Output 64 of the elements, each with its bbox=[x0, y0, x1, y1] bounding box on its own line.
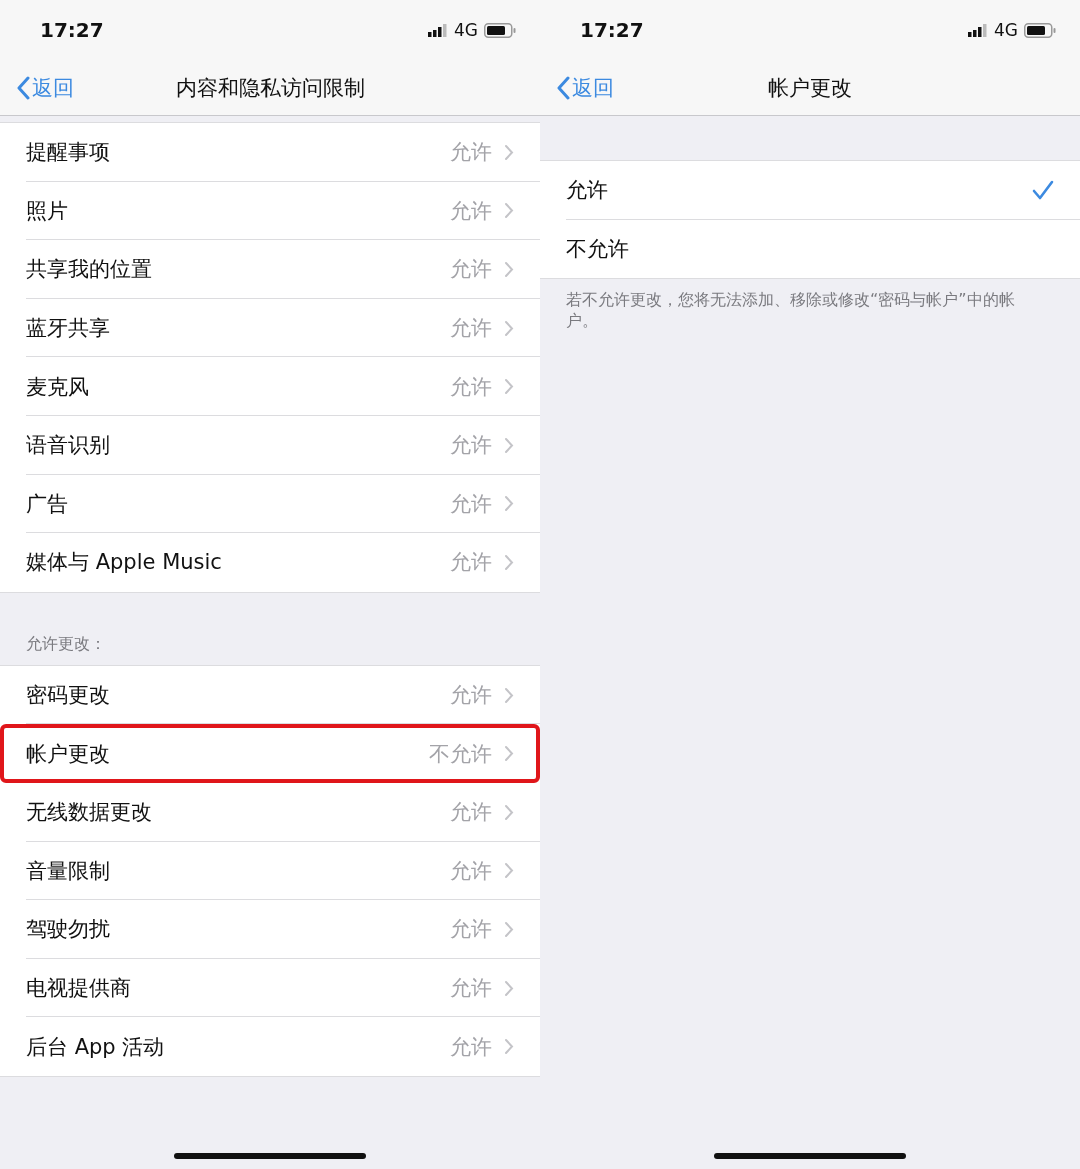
chevron-icon bbox=[504, 979, 514, 997]
footer-note: 若不允许更改，您将无法添加、移除或修改“密码与帐户”中的帐户。 bbox=[566, 290, 1015, 331]
row-label: 广告 bbox=[26, 490, 68, 518]
row-value: 允许 bbox=[450, 799, 492, 827]
row-label: 后台 App 活动 bbox=[26, 1033, 165, 1061]
row-value: 允许 bbox=[450, 916, 492, 944]
row-label: 电视提供商 bbox=[26, 975, 131, 1002]
signal-icon bbox=[428, 23, 448, 37]
option-label: 允许 bbox=[566, 177, 608, 205]
row-label: 无线数据更改 bbox=[26, 799, 152, 827]
row-value: 允许 bbox=[450, 197, 492, 225]
row-label: 共享我的位置 bbox=[26, 256, 152, 284]
row-value: 允许 bbox=[450, 256, 492, 284]
chevron-icon bbox=[504, 261, 514, 278]
row-label: 媒体与 Apple Music bbox=[26, 549, 222, 577]
row-value: 允许 bbox=[450, 490, 492, 518]
nav-title: 内容和隐私访问限制 bbox=[175, 74, 365, 102]
nav-title: 帐户更改 bbox=[768, 74, 852, 102]
row-label: 密码更改 bbox=[26, 682, 110, 710]
chevron-icon bbox=[504, 202, 514, 220]
row-label: 驾驶勿扰 bbox=[26, 916, 110, 944]
row-value: 允许 bbox=[450, 682, 492, 710]
row-label: 音量限制 bbox=[26, 857, 110, 885]
row-value: 允许 bbox=[450, 1033, 492, 1061]
chevron-icon bbox=[504, 745, 514, 763]
row-value: 允许 bbox=[450, 315, 492, 343]
home-indicator[interactable] bbox=[714, 1153, 906, 1159]
row-label: 语音识别 bbox=[26, 432, 110, 460]
row-label: 提醒事项 bbox=[26, 139, 110, 167]
row-value: 允许 bbox=[450, 373, 492, 401]
home-indicator[interactable] bbox=[174, 1153, 366, 1159]
battery-icon bbox=[1024, 22, 1056, 38]
signal-icon bbox=[968, 23, 988, 37]
status-time: 17:27 bbox=[580, 18, 644, 42]
chevron-icon bbox=[504, 143, 514, 161]
chevron-icon bbox=[504, 803, 514, 821]
chevron-icon bbox=[504, 686, 514, 704]
row-label: 帐户更改 bbox=[26, 740, 110, 768]
battery-icon bbox=[484, 22, 516, 38]
row-label: 照片 bbox=[26, 197, 68, 225]
chevron-icon bbox=[504, 319, 514, 337]
row-value: 不允许 bbox=[429, 740, 492, 768]
option-label: 不允许 bbox=[566, 235, 629, 263]
row-value: 允许 bbox=[450, 139, 492, 167]
chevron-icon bbox=[504, 1038, 514, 1056]
row-value: 允许 bbox=[450, 857, 492, 885]
chevron-icon bbox=[504, 862, 514, 880]
row-value: 允许 bbox=[450, 975, 492, 1002]
chevron-icon bbox=[504, 436, 514, 454]
row-value: 允许 bbox=[450, 432, 492, 460]
chevron-icon bbox=[504, 920, 514, 938]
row-label: 麦克风 bbox=[26, 373, 89, 401]
chevron-icon bbox=[504, 378, 514, 396]
section-header: 允许更改： bbox=[26, 633, 106, 655]
back-chevron-icon bbox=[16, 75, 30, 100]
chevron-icon bbox=[504, 495, 514, 513]
network-label: 4G bbox=[454, 20, 478, 40]
status-time: 17:27 bbox=[40, 18, 104, 42]
chevron-icon bbox=[504, 553, 514, 571]
network-label: 4G bbox=[994, 20, 1018, 40]
settings-row[interactable]: 帐户更改 不允许 bbox=[0, 724, 540, 783]
back-chevron-icon bbox=[556, 75, 570, 100]
row-label: 蓝牙共享 bbox=[26, 315, 110, 343]
row-value: 允许 bbox=[450, 549, 492, 577]
